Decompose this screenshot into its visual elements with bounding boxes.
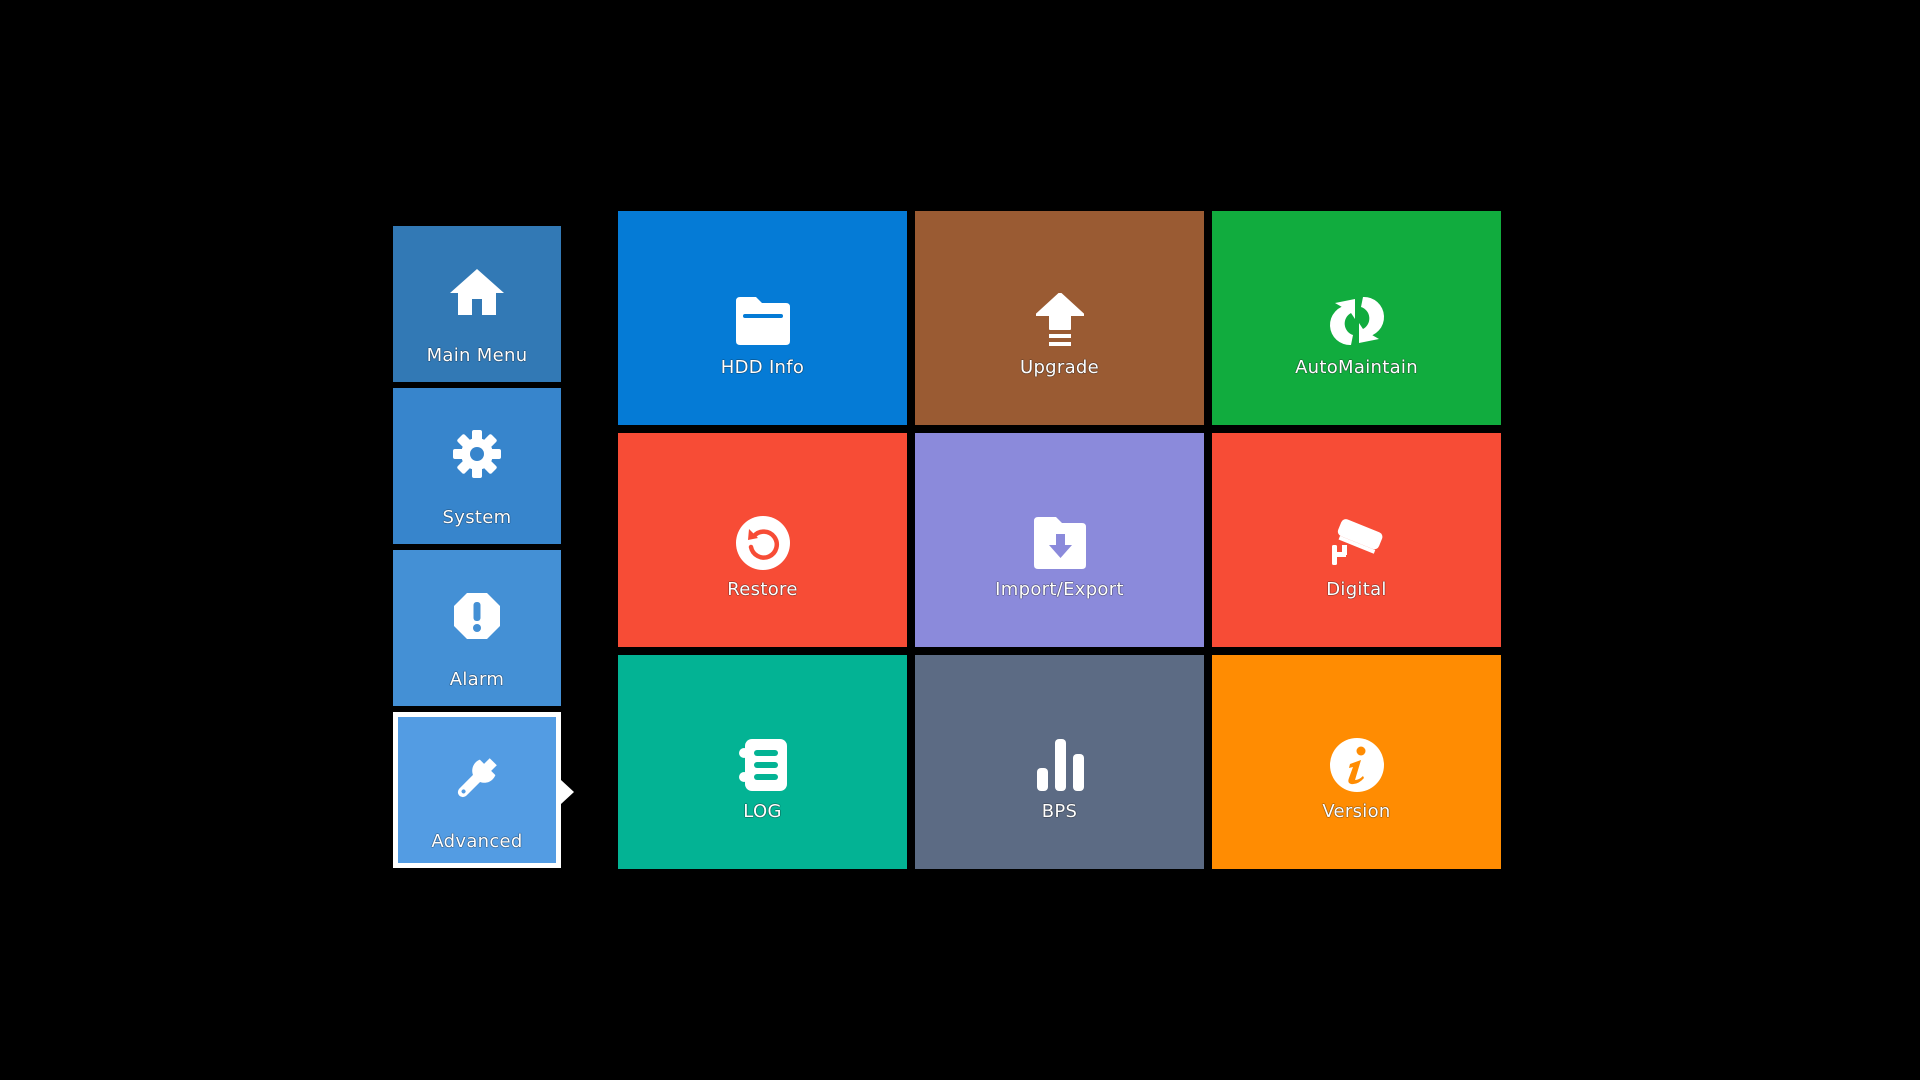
refresh-icon: [1325, 289, 1389, 353]
alert-icon: [449, 588, 505, 644]
tile-log[interactable]: LOG: [618, 655, 907, 869]
tile-label: Digital: [1326, 579, 1387, 600]
home-icon: [449, 264, 505, 320]
tile-bps[interactable]: BPS: [915, 655, 1204, 869]
active-pointer: [561, 780, 574, 804]
sidebar-item-label: Advanced: [431, 831, 523, 852]
tile-automaintain[interactable]: AutoMaintain: [1212, 211, 1501, 425]
tile-label: Version: [1322, 801, 1391, 822]
sidebar-item-label: Alarm: [449, 669, 505, 690]
sidebar-item-advanced[interactable]: Advanced: [393, 712, 561, 868]
log-book-icon: [731, 733, 795, 797]
sidebar-item-label: System: [442, 507, 512, 528]
sidebar-item-system[interactable]: System: [393, 388, 561, 544]
tile-label: AutoMaintain: [1295, 357, 1418, 378]
wrench-icon: [449, 750, 505, 806]
gear-icon: [449, 426, 505, 482]
tile-import-export[interactable]: Import/Export: [915, 433, 1204, 647]
tile-label: Restore: [727, 579, 798, 600]
tile-upgrade[interactable]: Upgrade: [915, 211, 1204, 425]
sidebar-item-label: Main Menu: [426, 345, 528, 366]
tile-label: Upgrade: [1019, 357, 1100, 378]
folder-icon: [731, 289, 795, 353]
bar-chart-icon: [1028, 733, 1092, 797]
restore-icon: [731, 511, 795, 575]
info-icon: [1325, 733, 1389, 797]
folder-download-icon: [1028, 511, 1092, 575]
tile-digital[interactable]: Digital: [1212, 433, 1501, 647]
tile-label: HDD Info: [720, 357, 805, 378]
upload-arrow-icon: [1028, 289, 1092, 353]
tile-label: Import/Export: [995, 579, 1124, 600]
tile-version[interactable]: Version: [1212, 655, 1501, 869]
camera-icon: [1325, 511, 1389, 575]
sidebar-item-alarm[interactable]: Alarm: [393, 550, 561, 706]
tile-label: LOG: [743, 801, 782, 822]
sidebar-item-main-menu[interactable]: Main Menu: [393, 226, 561, 382]
tile-restore[interactable]: Restore: [618, 433, 907, 647]
tile-label: BPS: [1041, 801, 1078, 822]
tile-hdd-info[interactable]: HDD Info: [618, 211, 907, 425]
